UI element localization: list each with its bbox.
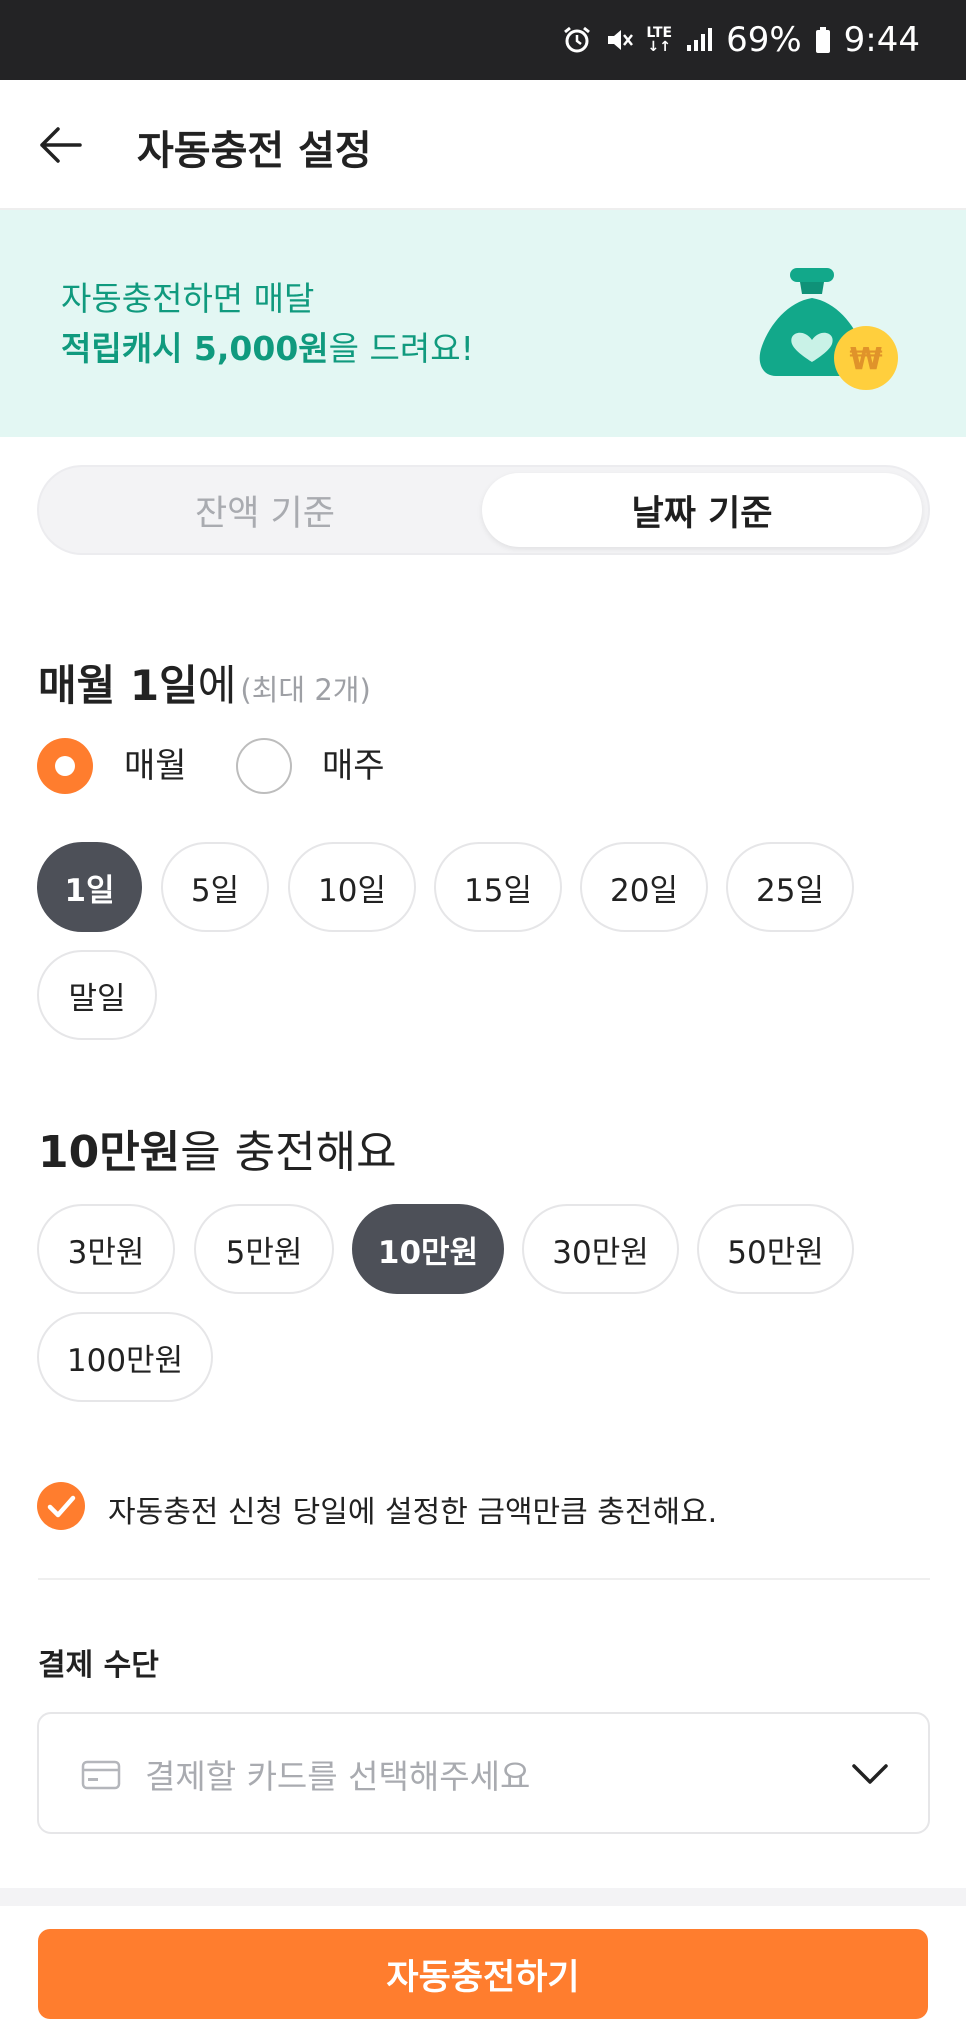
alarm-icon — [562, 25, 592, 55]
day-chip-15[interactable]: 15일 — [434, 842, 562, 932]
promo-banner: 자동충전하면 매달 적립캐시 5,000원을 드려요! ₩ — [0, 210, 966, 437]
battery-icon — [814, 25, 832, 55]
amount-chip-5[interactable]: 5만원 — [194, 1204, 334, 1294]
auto-charge-button[interactable]: 자동충전하기 — [38, 1929, 928, 2019]
amount-title-rest: 을 충전해요 — [180, 1127, 397, 1178]
amount-chip-100[interactable]: 100만원 — [37, 1312, 213, 1402]
tab-date-basis[interactable]: 날짜 기준 — [482, 473, 922, 547]
battery-percent: 69% — [726, 20, 802, 60]
banner-line2: 적립캐시 5,000원을 드려요! — [61, 322, 474, 370]
payment-placeholder: 결제할 카드를 선택해주세요 — [145, 1757, 531, 1796]
banner-line2-rest: 을 드려요! — [328, 329, 474, 368]
bottom-shade — [0, 1888, 966, 1906]
page-title: 자동충전 설정 — [137, 128, 372, 174]
chevron-down-icon — [850, 1758, 890, 1788]
agreement-label[interactable]: 자동충전 신청 당일에 설정한 금액만큼 충전해요. — [108, 1487, 717, 1531]
clock: 9:44 — [843, 20, 920, 60]
day-chip-last[interactable]: 말일 — [37, 950, 157, 1040]
credit-card-icon — [81, 1759, 121, 1791]
radio-monthly-label[interactable]: 매월 — [124, 738, 187, 787]
day-chip-1[interactable]: 1일 — [37, 842, 142, 932]
day-chip-5[interactable]: 5일 — [161, 842, 269, 932]
day-chip-10[interactable]: 10일 — [288, 842, 416, 932]
lte-indicator: LTE ↓↑ — [646, 25, 673, 55]
amount-title: 10만원을 충전해요 — [38, 1116, 397, 1180]
tab-balance-basis[interactable]: 잔액 기준 — [45, 473, 485, 547]
agreement-checkbox[interactable] — [37, 1482, 85, 1530]
status-bar: LTE ↓↑ 69% 9:44 — [0, 0, 966, 80]
radio-weekly-label[interactable]: 매주 — [322, 738, 385, 787]
amount-title-bold: 10만원 — [38, 1127, 181, 1178]
banner-highlight: 적립캐시 5,000원 — [61, 329, 329, 368]
schedule-title: 매월 1일에 (최대 2개) — [38, 652, 371, 713]
back-arrow-icon[interactable] — [38, 122, 84, 168]
divider — [38, 1578, 930, 1580]
amount-chip-30[interactable]: 30만원 — [522, 1204, 679, 1294]
signal-icon — [684, 25, 714, 55]
day-chip-20[interactable]: 20일 — [580, 842, 708, 932]
schedule-title-rest: 에 — [197, 661, 237, 710]
day-chip-25[interactable]: 25일 — [726, 842, 854, 932]
banner-line1: 자동충전하면 매달 — [61, 279, 315, 318]
payment-card-select[interactable]: 결제할 카드를 선택해주세요 — [37, 1712, 930, 1834]
radio-monthly[interactable] — [37, 738, 93, 794]
amount-chip-50[interactable]: 50만원 — [697, 1204, 854, 1294]
money-bag-icon: ₩ — [752, 266, 902, 396]
app-header: 자동충전 설정 — [0, 80, 966, 210]
schedule-title-bold: 매월 1일 — [38, 661, 198, 710]
amount-chip-10[interactable]: 10만원 — [352, 1204, 504, 1294]
schedule-title-note: (최대 2개) — [240, 673, 371, 707]
amount-chip-3[interactable]: 3만원 — [37, 1204, 175, 1294]
lte-label: LTE — [646, 25, 673, 41]
criteria-segment: 잔액 기준 날짜 기준 — [37, 465, 930, 555]
radio-weekly[interactable] — [236, 738, 292, 794]
coin-symbol: ₩ — [849, 342, 882, 377]
payment-title: 결제 수단 — [38, 1648, 159, 1683]
mute-icon — [604, 25, 634, 55]
